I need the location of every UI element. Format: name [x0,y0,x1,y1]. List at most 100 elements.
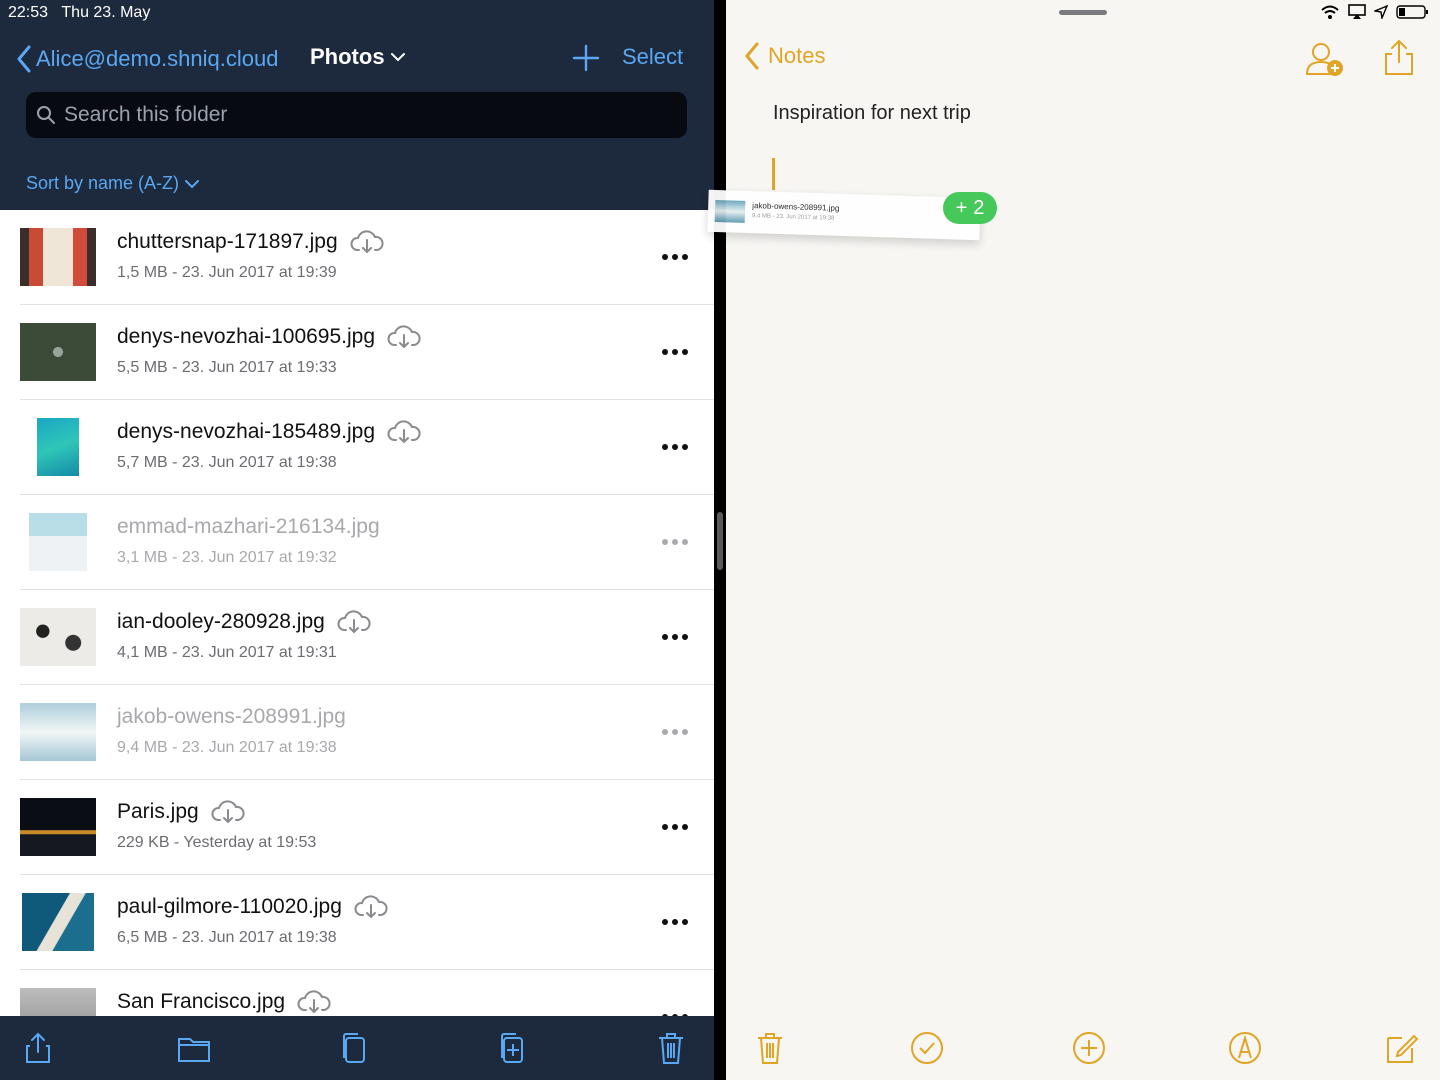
file-row[interactable]: chuttersnap-171897.jpg 1,5 MB - 23. Jun … [0,210,714,305]
file-name: denys-nevozhai-100695.jpg [117,325,376,348]
file-thumbnail [37,418,79,476]
files-toolbar [0,1016,714,1080]
file-thumbnail [20,798,96,856]
battery-icon [1396,5,1428,19]
file-name: jakob-owens-208991.jpg [117,705,346,728]
compose-icon[interactable] [1384,1030,1420,1066]
cloud-download-icon[interactable] [387,325,421,349]
more-options-button[interactable] [660,246,690,268]
file-row[interactable]: emmad-mazhari-216134.jpg 3,1 MB - 23. Ju… [0,495,714,590]
duplicate-icon[interactable] [494,1030,530,1066]
file-name: paul-gilmore-110020.jpg [117,895,342,918]
file-list: chuttersnap-171897.jpg 1,5 MB - 23. Jun … [0,210,714,1065]
drag-preview[interactable]: jakob-owens-208991.jpg 9,4 MB - 23. Jun … [707,189,981,241]
notes-pane: Notes Inspiration for next trip [726,0,1440,1080]
file-row[interactable]: denys-nevozhai-185489.jpg 5,7 MB - 23. J… [0,400,714,495]
trash-icon[interactable] [653,1030,689,1066]
airplay-icon [1348,4,1366,19]
file-row[interactable]: ian-dooley-280928.jpg 4,1 MB - 23. Jun 2… [0,590,714,685]
share-icon[interactable] [1382,38,1416,78]
chevron-down-icon [390,53,405,62]
drag-count: 2 [973,196,985,219]
folder-icon[interactable] [176,1030,212,1066]
files-header: 22:53 Thu 23. May Alice@demo.shniq.cloud… [0,0,714,210]
file-row[interactable]: jakob-owens-208991.jpg 9,4 MB - 23. Jun … [0,685,714,780]
file-meta: 6,5 MB - 23. Jun 2017 at 19:38 [117,929,337,946]
cloud-download-icon[interactable] [350,230,384,254]
file-meta: 5,7 MB - 23. Jun 2017 at 19:38 [117,454,337,471]
folder-title: Photos [310,44,385,69]
file-thumbnail [20,323,96,381]
more-options-button[interactable] [660,531,690,553]
status-date: Thu 23. May [61,4,151,21]
more-icon [662,634,688,640]
more-options-button[interactable] [660,721,690,743]
more-options-button[interactable] [660,816,690,838]
folder-title-menu[interactable]: Photos [310,44,405,70]
back-button[interactable]: Alice@demo.shniq.cloud [16,42,278,76]
more-options-button[interactable] [660,436,690,458]
status-icons [1320,4,1430,20]
more-options-button[interactable] [660,911,690,933]
cloud-download-icon[interactable] [297,990,331,1014]
file-thumbnail [20,228,96,286]
multitasking-grabber[interactable] [1059,10,1107,15]
cloud-download-icon[interactable] [337,610,371,634]
chevron-left-icon [745,42,759,70]
add-icon[interactable] [570,42,602,74]
search-icon [37,106,55,124]
wifi-icon [1321,5,1339,19]
notes-back-label: Notes [768,43,826,68]
file-row[interactable]: paul-gilmore-110020.jpg 6,5 MB - 23. Jun… [0,875,714,970]
file-thumbnail [20,608,96,666]
cloud-download-icon[interactable] [211,800,245,824]
drag-file-meta: 9,4 MB - 23. Jun 2017 at 19:38 [751,213,835,222]
copy-icon[interactable] [336,1030,372,1066]
trash-icon[interactable] [752,1030,788,1066]
notes-back-button[interactable]: Notes [744,42,825,70]
file-name: San Francisco.jpg [117,990,286,1013]
share-icon[interactable] [20,1030,56,1066]
cloud-download-icon[interactable] [354,895,388,919]
more-icon [662,444,688,450]
status-time: 22:53 Thu 23. May [8,4,150,22]
chevron-down-icon [185,179,200,188]
sort-menu[interactable]: Sort by name (A-Z) [26,173,200,194]
sort-label: Sort by name (A-Z) [26,173,180,193]
more-options-button[interactable] [660,626,690,648]
file-meta: 5,5 MB - 23. Jun 2017 at 19:33 [117,359,337,376]
text-cursor [772,158,775,190]
file-meta: 1,5 MB - 23. Jun 2017 at 19:39 [117,264,337,281]
search-bar[interactable] [26,92,687,138]
status-clock: 22:53 [8,4,49,21]
location-icon [1374,5,1388,19]
more-icon [662,539,688,545]
file-thumbnail [22,893,94,951]
search-input[interactable] [62,102,662,128]
file-name: ian-dooley-280928.jpg [117,610,325,633]
cloud-download-icon[interactable] [387,420,421,444]
file-name: denys-nevozhai-185489.jpg [117,420,376,443]
add-people-icon[interactable] [1301,40,1349,80]
file-name: Paris.jpg [117,800,199,823]
note-title[interactable]: Inspiration for next trip [773,102,971,125]
file-meta: 229 KB - Yesterday at 19:53 [117,834,317,851]
file-row[interactable]: Paris.jpg 229 KB - Yesterday at 19:53 [0,780,714,875]
file-thumbnail [29,513,87,571]
file-row[interactable]: denys-nevozhai-100695.jpg 5,5 MB - 23. J… [0,305,714,400]
file-meta: 9,4 MB - 23. Jun 2017 at 19:38 [117,739,337,756]
drag-thumbnail [714,199,746,223]
markup-icon[interactable] [1227,1030,1263,1066]
split-view-handle[interactable] [717,512,723,570]
file-name: chuttersnap-171897.jpg [117,230,338,253]
more-icon [662,729,688,735]
more-options-button[interactable] [660,341,690,363]
checklist-icon[interactable] [909,1030,945,1066]
chevron-left-icon [17,45,31,73]
more-icon [662,349,688,355]
files-pane: 22:53 Thu 23. May Alice@demo.shniq.cloud… [0,0,714,1080]
more-icon [662,254,688,260]
add-circle-icon[interactable] [1071,1030,1107,1066]
select-button[interactable]: Select [622,44,683,70]
file-meta: 4,1 MB - 23. Jun 2017 at 19:31 [117,644,337,661]
